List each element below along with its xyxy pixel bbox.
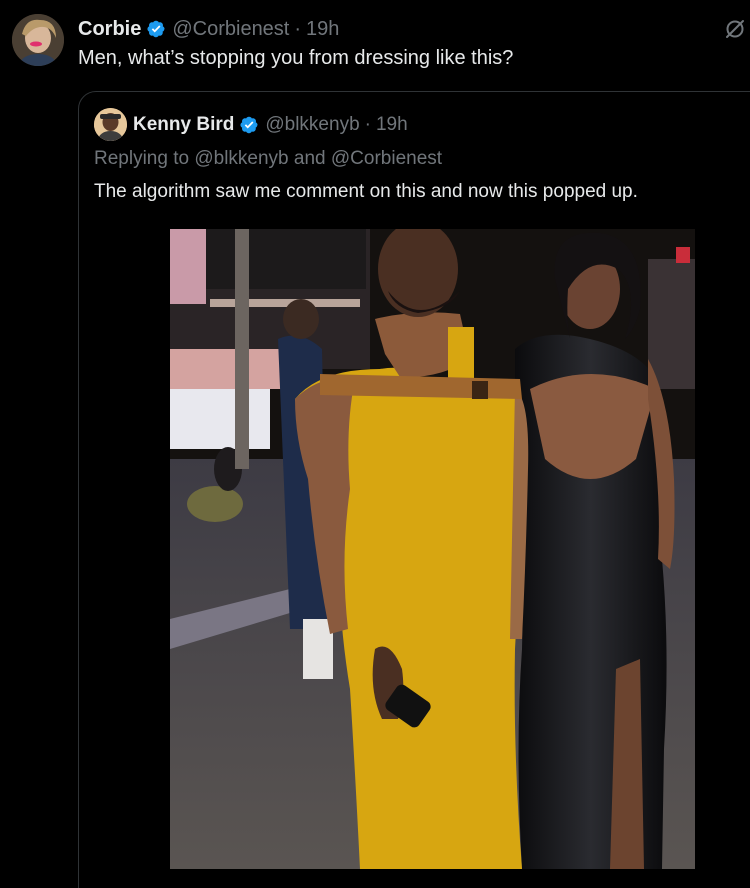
- quoted-author-handle[interactable]: @blkkenyb: [265, 114, 359, 136]
- avatar[interactable]: [12, 14, 64, 66]
- mention-link[interactable]: @blkkenyb: [194, 148, 288, 169]
- tweet: Corbie @Corbienest · 19h Men, what’s sto…: [0, 0, 750, 888]
- tweet-photo[interactable]: [170, 229, 695, 869]
- mention-link[interactable]: @Corbienest: [331, 148, 442, 169]
- replying-to-label: Replying to: [94, 148, 190, 169]
- grok-icon[interactable]: [723, 17, 747, 41]
- verified-badge-icon: [146, 19, 166, 39]
- quoted-author-name[interactable]: Kenny Bird: [133, 114, 234, 136]
- photo-image: [170, 229, 695, 869]
- replying-to: Replying to @blkkenyb and @Corbienest: [94, 148, 442, 170]
- separator-dot: ·: [364, 114, 371, 135]
- author-handle[interactable]: @Corbienest: [172, 18, 289, 41]
- tweet-text: Men, what’s stopping you from dressing l…: [78, 47, 514, 69]
- quoted-avatar[interactable]: [94, 108, 127, 141]
- quoted-header: Kenny Bird @blkkenyb · 19h: [133, 112, 408, 138]
- author-name[interactable]: Corbie: [78, 18, 141, 41]
- verified-badge-icon: [239, 115, 259, 135]
- quoted-avatar-image: [94, 108, 127, 141]
- avatar-image: [12, 14, 64, 66]
- timestamp[interactable]: 19h: [306, 18, 339, 41]
- quoted-text: The algorithm saw me comment on this and…: [94, 181, 638, 202]
- replying-and: and: [293, 148, 326, 169]
- separator-dot: ·: [294, 17, 302, 40]
- quoted-timestamp[interactable]: 19h: [376, 114, 408, 136]
- tweet-header: Corbie @Corbienest · 19h: [78, 16, 339, 42]
